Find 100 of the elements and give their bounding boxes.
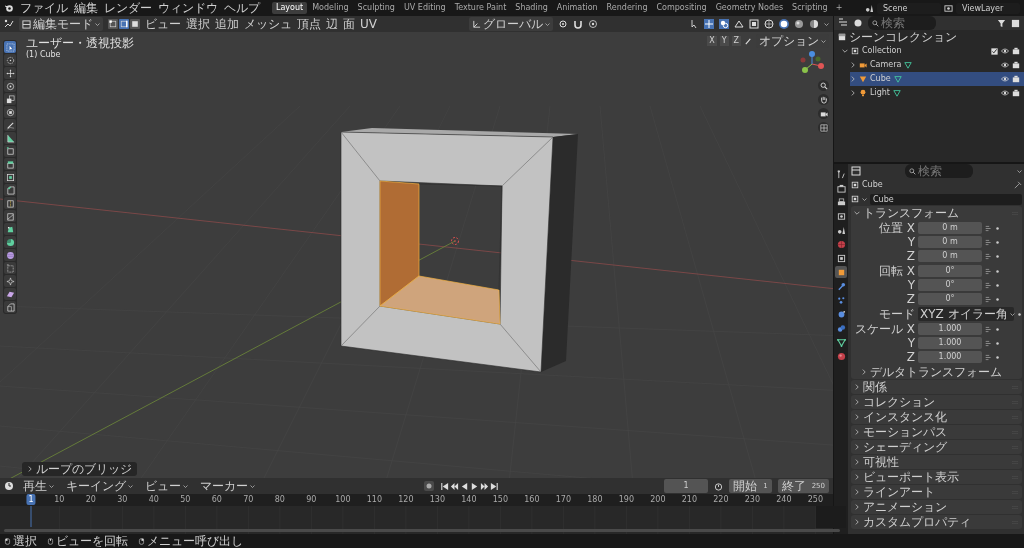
- collapsed-panel[interactable]: 可視性: [851, 455, 1022, 469]
- render-camera-icon[interactable]: [1012, 61, 1020, 69]
- menu-item[interactable]: UV: [360, 17, 377, 31]
- jump-start-icon[interactable]: [439, 481, 449, 491]
- chevron-right-icon[interactable]: [854, 519, 860, 525]
- properties-tab[interactable]: [835, 252, 847, 264]
- gizmo-toggle-icon[interactable]: [704, 19, 714, 29]
- poly-build-tool[interactable]: [4, 223, 16, 235]
- keyframe-dot-icon[interactable]: [995, 296, 1000, 302]
- menu-item[interactable]: 面: [343, 17, 355, 31]
- mirror-axis-toggle[interactable]: Z: [731, 36, 741, 46]
- collapsed-panel[interactable]: 関係: [851, 380, 1022, 394]
- chevron-right-icon[interactable]: [854, 459, 860, 465]
- outliner-row[interactable]: Cube: [850, 72, 1024, 86]
- properties-tab[interactable]: [835, 196, 847, 208]
- material-shading-icon[interactable]: [794, 19, 804, 29]
- object-name-field[interactable]: Cube: [870, 193, 1022, 205]
- workspace-tab[interactable]: Geometry Nodes: [711, 2, 788, 14]
- menu-item[interactable]: 選択: [186, 17, 210, 31]
- chevron-down-icon[interactable]: [842, 48, 848, 54]
- search-field[interactable]: 検索: [868, 16, 936, 30]
- zoom-button[interactable]: [818, 80, 829, 91]
- keyframe-dot-icon[interactable]: [995, 253, 1000, 259]
- record-icon[interactable]: [423, 481, 434, 491]
- shrink-tool[interactable]: [4, 275, 16, 287]
- number-field[interactable]: 0 m: [918, 222, 982, 234]
- menu-item[interactable]: ビュー: [145, 17, 181, 31]
- eye-icon[interactable]: [1001, 47, 1009, 55]
- keyframe-dot-icon[interactable]: [995, 225, 1000, 231]
- menu-item[interactable]: キーイング: [63, 479, 136, 493]
- animate-property-icon[interactable]: [985, 325, 992, 333]
- animate-property-icon[interactable]: [985, 281, 992, 289]
- eye-icon[interactable]: [1001, 89, 1009, 97]
- workspace-tab[interactable]: Modeling: [308, 2, 353, 14]
- workspace-tab[interactable]: Scripting: [788, 2, 832, 14]
- knife-tool[interactable]: [4, 210, 16, 222]
- keyframe-dot-icon[interactable]: [995, 340, 1000, 346]
- cursor-circle-tool[interactable]: [4, 54, 16, 66]
- render-camera-icon[interactable]: [1012, 75, 1020, 83]
- chevron-right-icon[interactable]: [850, 90, 856, 96]
- workspace-tab[interactable]: Texture Paint: [450, 2, 511, 14]
- checkbox-icon[interactable]: [991, 47, 998, 55]
- menu-item[interactable]: ヘルプ: [224, 1, 260, 15]
- chevron-right-icon[interactable]: [854, 444, 860, 450]
- workspace-tab[interactable]: Shading: [511, 2, 552, 14]
- chevron-right-icon[interactable]: [861, 369, 867, 375]
- move-arrows-tool[interactable]: [4, 67, 16, 79]
- scene-icon[interactable]: [865, 3, 874, 13]
- select-mode-button[interactable]: [108, 19, 118, 29]
- bevel-tool[interactable]: [4, 184, 16, 196]
- menu-item[interactable]: レンダー: [104, 1, 152, 15]
- number-field[interactable]: 0°: [918, 265, 982, 277]
- animate-property-icon[interactable]: [985, 353, 992, 361]
- menu-item[interactable]: 追加: [215, 17, 239, 31]
- add-cube-tool[interactable]: [4, 145, 16, 157]
- panel-title[interactable]: トランスフォーム: [863, 206, 959, 220]
- blender-logo-icon[interactable]: [4, 3, 14, 13]
- keyframe-dot-icon[interactable]: [995, 354, 1000, 360]
- animate-property-icon[interactable]: [985, 238, 992, 246]
- rotation-mode-dropdown[interactable]: XYZ オイラー角: [918, 307, 1014, 321]
- inset-tool[interactable]: [4, 171, 16, 183]
- chevron-down-icon[interactable]: [854, 210, 860, 216]
- xray-toggle-icon[interactable]: [749, 19, 759, 29]
- menu-item[interactable]: 頂点: [297, 17, 321, 31]
- collapsed-panel[interactable]: ラインアート: [851, 485, 1022, 499]
- mode-dropdown[interactable]: 編集モード: [19, 17, 103, 31]
- menu-item[interactable]: メッシュ: [244, 17, 292, 31]
- shear-tool[interactable]: [4, 288, 16, 300]
- workspace-tab[interactable]: Layout: [272, 2, 308, 14]
- chevron-right-icon[interactable]: [854, 414, 860, 420]
- search-field[interactable]: 検索: [905, 164, 973, 178]
- select-arrow-tool[interactable]: [4, 41, 16, 53]
- pin-icon[interactable]: [1014, 181, 1022, 189]
- play-reverse-icon[interactable]: [459, 481, 469, 491]
- menu-item[interactable]: 再生: [20, 479, 57, 493]
- render-camera-icon[interactable]: [1012, 47, 1020, 55]
- collapsed-panel[interactable]: モーションパス: [851, 425, 1022, 439]
- stopwatch-icon[interactable]: [714, 481, 724, 491]
- outliner-row[interactable]: Collection: [842, 44, 1024, 58]
- eye-icon[interactable]: [1001, 61, 1009, 69]
- menu-item[interactable]: ビュー: [142, 479, 191, 493]
- workspace-tab[interactable]: UV Editing: [399, 2, 450, 14]
- chevron-right-icon[interactable]: [850, 76, 856, 82]
- mirror-axis-toggle[interactable]: Y: [719, 36, 729, 46]
- workspace-tab[interactable]: Compositing: [652, 2, 711, 14]
- outliner-editor-icon[interactable]: [838, 18, 848, 28]
- subpanel-title[interactable]: デルタトランスフォーム: [870, 365, 1002, 379]
- animate-property-icon[interactable]: [985, 252, 992, 260]
- number-field[interactable]: 0°: [918, 279, 982, 291]
- properties-tab[interactable]: [835, 336, 847, 348]
- collapsed-panel[interactable]: コレクション: [851, 395, 1022, 409]
- menu-item[interactable]: 辺: [326, 17, 338, 31]
- keyframe-dot-icon[interactable]: [1017, 311, 1022, 317]
- solid-shading-icon[interactable]: [779, 19, 789, 29]
- chevron-right-icon[interactable]: [850, 62, 856, 68]
- keyframe-dot-icon[interactable]: [995, 282, 1000, 288]
- last-operator-panel[interactable]: ループのブリッジ: [22, 462, 137, 476]
- snap-magnet-icon[interactable]: [572, 19, 583, 29]
- properties-tab[interactable]: [835, 210, 847, 222]
- collapsed-panel[interactable]: カスタムプロパティ: [851, 515, 1022, 529]
